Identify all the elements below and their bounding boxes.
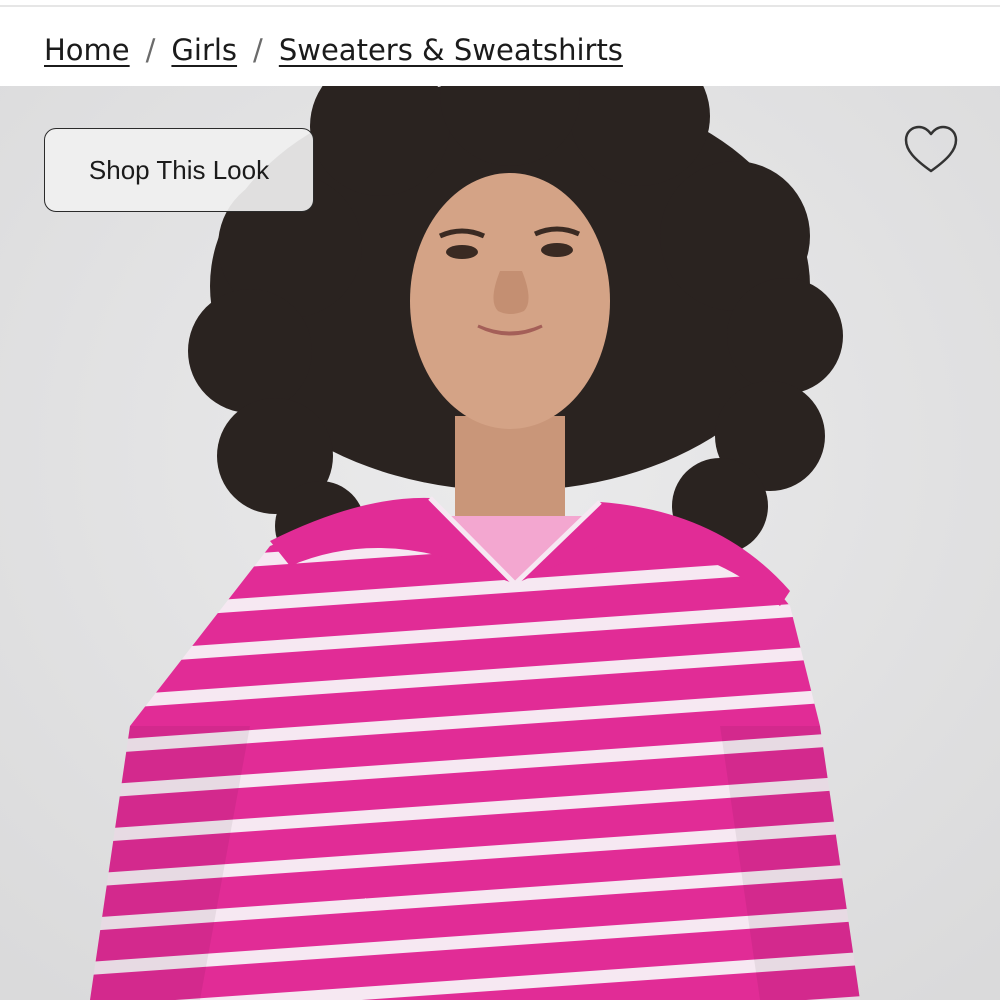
- breadcrumb: Home / Girls / Sweaters & Sweatshirts: [44, 28, 623, 72]
- breadcrumb-separator: /: [145, 33, 156, 67]
- heart-outline-icon[interactable]: [902, 124, 960, 176]
- product-page: Home / Girls / Sweaters & Sweatshirts Sh…: [0, 0, 1000, 1000]
- product-photo: [0, 86, 1000, 1000]
- breadcrumb-separator: /: [253, 33, 263, 67]
- breadcrumb-girls[interactable]: Girls: [171, 33, 237, 67]
- header-divider: [0, 5, 1000, 7]
- shop-this-look-button[interactable]: Shop This Look: [44, 128, 314, 212]
- product-image[interactable]: Shop This Look: [0, 86, 1000, 1000]
- breadcrumb-sweaters-sweatshirts[interactable]: Sweaters & Sweatshirts: [279, 33, 623, 67]
- breadcrumb-home[interactable]: Home: [44, 33, 130, 67]
